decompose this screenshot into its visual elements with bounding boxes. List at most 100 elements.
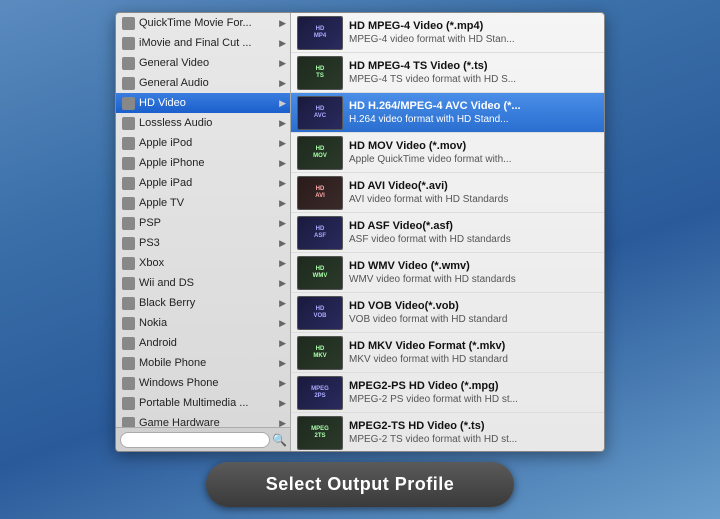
profile-title: HD MKV Video Format (*.mkv) xyxy=(349,339,598,353)
thumbnail-inner: HD MOV xyxy=(298,137,342,169)
category-icon xyxy=(122,377,135,390)
profile-thumbnail: HD VOB xyxy=(297,296,343,330)
profile-thumbnail: HD MKV xyxy=(297,336,343,370)
profile-description: AVI video format with HD Standards xyxy=(349,194,598,206)
thumbnail-label: HD MKV xyxy=(312,345,327,360)
search-icon[interactable]: 🔍 xyxy=(272,433,286,447)
sidebar-item-android[interactable]: Android▶ xyxy=(116,333,290,353)
select-output-button[interactable]: Select Output Profile xyxy=(206,462,515,507)
chevron-right-icon: ▶ xyxy=(279,358,286,369)
sidebar-item-apple-ipod[interactable]: Apple iPod▶ xyxy=(116,133,290,153)
profile-item[interactable]: HD AVCHD H.264/MPEG-4 AVC Video (*...H.2… xyxy=(291,93,604,133)
profile-text: MPEG2-TS HD Video (*.ts)MPEG-2 TS video … xyxy=(349,419,598,445)
chevron-right-icon: ▶ xyxy=(279,158,286,169)
chevron-right-icon: ▶ xyxy=(279,18,286,29)
sidebar-item-apple-tv[interactable]: Apple TV▶ xyxy=(116,193,290,213)
category-label: PS3 xyxy=(139,237,277,249)
profile-item[interactable]: HD MP4HD MPEG-4 Video (*.mp4)MPEG-4 vide… xyxy=(291,13,604,53)
sidebar-item-windows-phone[interactable]: Windows Phone▶ xyxy=(116,373,290,393)
category-label: Mobile Phone xyxy=(139,357,277,369)
category-icon xyxy=(122,297,135,310)
category-label: Portable Multimedia ... xyxy=(139,397,277,409)
profile-item[interactable]: MPEG 2PSMPEG2-PS HD Video (*.mpg)MPEG-2 … xyxy=(291,373,604,413)
search-input[interactable] xyxy=(120,432,270,448)
category-icon xyxy=(122,97,135,110)
sidebar-item-lossless-audio[interactable]: Lossless Audio▶ xyxy=(116,113,290,133)
profile-item[interactable]: HD WMV HD WMV Video (*.wmv)WMV video form… xyxy=(291,253,604,293)
bottom-bar: Select Output Profile xyxy=(0,456,720,512)
sidebar-item-psp[interactable]: PSP▶ xyxy=(116,213,290,233)
category-icon xyxy=(122,117,135,130)
category-icon xyxy=(122,57,135,70)
profile-text: HD ASF Video(*.asf)ASF video format with… xyxy=(349,219,598,245)
profile-item[interactable]: HD TSHD MPEG-4 TS Video (*.ts)MPEG-4 TS … xyxy=(291,53,604,93)
category-icon xyxy=(122,77,135,90)
profile-text: HD VOB Video(*.vob)VOB video format with… xyxy=(349,299,598,325)
category-label: Game Hardware xyxy=(139,417,277,427)
category-icon xyxy=(122,177,135,190)
profile-description: WMV video format with HD standards xyxy=(349,274,598,286)
chevron-right-icon: ▶ xyxy=(279,258,286,269)
profile-item[interactable]: HD MOV HD MOV Video (*.mov)Apple QuickTim… xyxy=(291,133,604,173)
sidebar-item-quicktime[interactable]: QuickTime Movie For...▶ xyxy=(116,13,290,33)
profile-title: HD AVI Video(*.avi) xyxy=(349,179,598,193)
category-label: Nokia xyxy=(139,317,277,329)
profile-description: H.264 video format with HD Stand... xyxy=(349,114,598,126)
profile-description: MPEG-2 PS video format with HD st... xyxy=(349,394,598,406)
category-icon xyxy=(122,197,135,210)
sidebar-item-game-hardware[interactable]: Game Hardware▶ xyxy=(116,413,290,427)
sidebar-item-xbox[interactable]: Xbox▶ xyxy=(116,253,290,273)
category-icon xyxy=(122,397,135,410)
profile-thumbnail: HD WMV xyxy=(297,256,343,290)
profile-item[interactable]: HD AVIHD AVI Video(*.avi)AVI video forma… xyxy=(291,173,604,213)
category-label: HD Video xyxy=(139,97,277,109)
thumbnail-label: HD WMV xyxy=(312,265,329,280)
sidebar-item-nokia[interactable]: Nokia▶ xyxy=(116,313,290,333)
category-icon xyxy=(122,237,135,250)
thumbnail-label: MPEG 2TS xyxy=(310,425,330,440)
profile-thumbnail: MPEG 2PS xyxy=(297,376,343,410)
profile-text: HD WMV Video (*.wmv)WMV video format wit… xyxy=(349,259,598,285)
profile-thumbnail: MPEG 2TS xyxy=(297,416,343,450)
profile-item[interactable]: HD VOB HD VOB Video(*.vob)VOB video forma… xyxy=(291,293,604,333)
profile-description: Apple QuickTime video format with... xyxy=(349,154,598,166)
category-label: iMovie and Final Cut ... xyxy=(139,37,277,49)
profile-title: MPEG2-PS HD Video (*.mpg) xyxy=(349,379,598,393)
profile-item[interactable]: HD ASFHD ASF Video(*.asf)ASF video forma… xyxy=(291,213,604,253)
chevron-right-icon: ▶ xyxy=(279,298,286,309)
sidebar-item-blackberry[interactable]: Black Berry▶ xyxy=(116,293,290,313)
thumbnail-label: HD MOV xyxy=(312,145,328,160)
profile-panel: QuickTime Movie For...▶iMovie and Final … xyxy=(115,12,605,452)
thumbnail-inner: HD WMV xyxy=(298,257,342,289)
profile-description: MPEG-2 TS video format with HD st... xyxy=(349,434,598,446)
profile-thumbnail: HD AVC xyxy=(297,96,343,130)
profile-item[interactable]: MPEG 2TS MPEG2-TS HD Video (*.ts)MPEG-2 T… xyxy=(291,413,604,451)
sidebar-item-general-video[interactable]: General Video▶ xyxy=(116,53,290,73)
thumbnail-label: HD VOB xyxy=(312,305,327,320)
sidebar-item-hd-video[interactable]: HD Video▶ xyxy=(116,93,290,113)
category-label: Apple iPod xyxy=(139,137,277,149)
profile-list: HD MP4HD MPEG-4 Video (*.mp4)MPEG-4 vide… xyxy=(291,13,604,451)
sidebar-item-mobile[interactable]: Mobile Phone▶ xyxy=(116,353,290,373)
thumbnail-label: HD AVC xyxy=(313,105,327,120)
sidebar-item-ps3[interactable]: PS3▶ xyxy=(116,233,290,253)
sidebar-item-general-audio[interactable]: General Audio▶ xyxy=(116,73,290,93)
profiles-panel: HD MP4HD MPEG-4 Video (*.mp4)MPEG-4 vide… xyxy=(291,13,604,451)
profile-title: HD WMV Video (*.wmv) xyxy=(349,259,598,273)
sidebar-item-portable[interactable]: Portable Multimedia ...▶ xyxy=(116,393,290,413)
sidebar-item-apple-ipad[interactable]: Apple iPad▶ xyxy=(116,173,290,193)
profile-description: ASF video format with HD standards xyxy=(349,234,598,246)
profile-item[interactable]: HD MKVHD MKV Video Format (*.mkv)MKV vid… xyxy=(291,333,604,373)
chevron-right-icon: ▶ xyxy=(279,318,286,329)
profile-text: HD MOV Video (*.mov)Apple QuickTime vide… xyxy=(349,139,598,165)
sidebar-item-wii[interactable]: Wii and DS▶ xyxy=(116,273,290,293)
chevron-right-icon: ▶ xyxy=(279,418,286,428)
category-icon xyxy=(122,37,135,50)
sidebar-item-imovie[interactable]: iMovie and Final Cut ...▶ xyxy=(116,33,290,53)
category-icon xyxy=(122,357,135,370)
category-icon xyxy=(122,337,135,350)
category-list: QuickTime Movie For...▶iMovie and Final … xyxy=(116,13,290,427)
sidebar-item-apple-iphone[interactable]: Apple iPhone▶ xyxy=(116,153,290,173)
category-label: Apple iPad xyxy=(139,177,277,189)
profile-text: MPEG2-PS HD Video (*.mpg)MPEG-2 PS video… xyxy=(349,379,598,405)
